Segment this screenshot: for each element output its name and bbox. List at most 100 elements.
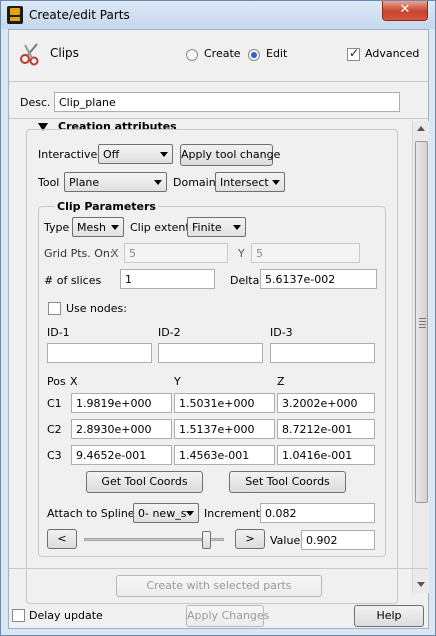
title-bar[interactable]: Create/edit Parts ✕ <box>1 1 435 29</box>
type-value: Mesh <box>77 221 106 234</box>
desc-label: Desc. <box>20 96 51 109</box>
app-icon <box>7 6 23 24</box>
create-with-selected-parts-button[interactable]: Create with selected parts <box>116 575 322 597</box>
tool-select[interactable]: Plane <box>64 172 167 192</box>
c2-x-input[interactable]: 2.8930e+000 <box>71 419 172 439</box>
apply-tool-change-button[interactable]: Apply tool change <box>180 144 280 166</box>
part-type-label: Clips <box>50 46 79 60</box>
vertical-scrollbar[interactable] <box>412 121 429 593</box>
id2-label: ID-2 <box>158 326 181 339</box>
chevron-down-icon <box>272 180 280 185</box>
c2-z-input[interactable]: 8.7212e-001 <box>277 419 375 439</box>
grid-points-label: Grid Pts. On: <box>44 247 114 260</box>
header-divider <box>9 81 428 82</box>
grip-line <box>419 324 426 325</box>
clip-extent-select[interactable]: Finite <box>187 217 246 237</box>
advanced-checkbox[interactable] <box>347 46 360 61</box>
attach-to-spline-value: 0- new_s <box>138 507 187 520</box>
interactive-select[interactable]: Off <box>98 144 173 164</box>
close-button[interactable]: ✕ <box>382 1 428 21</box>
id2-input[interactable] <box>158 343 263 363</box>
delta-input[interactable]: 5.6137e-002 <box>260 269 377 289</box>
delay-update-label[interactable]: Delay update <box>29 609 103 622</box>
id1-label: ID-1 <box>47 326 70 339</box>
clip-extent-value: Finite <box>192 221 222 234</box>
attach-to-spline-label: Attach to Spline <box>47 507 135 520</box>
previous-value-button[interactable]: < <box>47 529 77 549</box>
create-mode-label[interactable]: Create <box>204 47 241 60</box>
grip-line <box>419 327 426 328</box>
grip-line <box>419 318 426 319</box>
domain-label: Domain <box>173 176 216 189</box>
increment-label: Increment <box>204 507 261 520</box>
chevron-down-icon <box>111 225 119 230</box>
desc-divider <box>9 118 428 119</box>
help-button[interactable]: Help <box>354 605 424 627</box>
grid-x-label: X <box>111 247 119 260</box>
clip-parameters-title: Clip Parameters <box>55 200 158 213</box>
grid-x-input[interactable]: 5 <box>124 243 228 263</box>
value-input[interactable]: 0.902 <box>301 530 375 550</box>
row-c3-label: C3 <box>47 449 62 462</box>
slices-input[interactable]: 1 <box>120 269 215 289</box>
id1-input[interactable] <box>47 343 152 363</box>
grip-line <box>419 321 426 322</box>
chevron-down-icon <box>160 152 168 157</box>
c3-y-input[interactable]: 1.4563e-001 <box>174 445 275 465</box>
row-c1-label: C1 <box>47 397 62 410</box>
chevron-down-icon <box>233 225 241 230</box>
scrollbar-thumb[interactable] <box>415 141 428 503</box>
pos-label: Pos <box>47 375 66 388</box>
apply-changes-button[interactable]: Apply Changes <box>186 605 269 627</box>
next-value-button[interactable]: > <box>235 529 265 549</box>
tool-label: Tool <box>38 176 60 189</box>
domain-value: Intersect <box>220 176 269 189</box>
interactive-value: Off <box>103 148 120 161</box>
scroll-down-icon[interactable] <box>417 582 425 587</box>
interactive-label: Interactive <box>38 148 98 161</box>
use-nodes-label[interactable]: Use nodes: <box>66 302 127 315</box>
create-mode-radio[interactable] <box>186 49 198 61</box>
c3-x-input[interactable]: 9.4652e-001 <box>71 445 172 465</box>
c1-y-input[interactable]: 1.5031e+000 <box>174 393 275 413</box>
scroll-up-icon[interactable] <box>417 126 425 131</box>
row-c2-label: C2 <box>47 423 62 436</box>
scissors-icon <box>20 43 39 66</box>
clip-extent-label: Clip extent <box>130 221 190 234</box>
delay-update-checkbox[interactable] <box>12 609 25 622</box>
type-label: Type <box>44 221 70 234</box>
delta-label: Delta <box>230 274 260 287</box>
attach-to-spline-select[interactable]: 0- new_s <box>133 503 199 523</box>
advanced-label[interactable]: Advanced <box>365 47 419 60</box>
col-z-label: Z <box>277 375 285 388</box>
edit-mode-label[interactable]: Edit <box>266 47 287 60</box>
type-select[interactable]: Mesh <box>72 217 124 237</box>
get-tool-coords-button[interactable]: Get Tool Coords <box>86 471 203 493</box>
id3-label: ID-3 <box>270 326 293 339</box>
c3-z-input[interactable]: 1.0416e-001 <box>277 445 375 465</box>
use-nodes-checkbox[interactable] <box>48 302 61 315</box>
tool-value: Plane <box>69 176 100 189</box>
col-y-label: Y <box>174 375 181 388</box>
col-x-label: X <box>70 375 78 388</box>
c1-x-input[interactable]: 1.9819e+000 <box>71 393 172 413</box>
c2-y-input[interactable]: 1.5137e+000 <box>174 419 275 439</box>
c1-z-input[interactable]: 3.2002e+000 <box>277 393 375 413</box>
grid-y-input[interactable]: 5 <box>251 243 360 263</box>
grid-y-label: Y <box>238 247 245 260</box>
domain-select[interactable]: Intersect <box>215 172 285 192</box>
value-slider-thumb[interactable] <box>201 531 211 549</box>
value-label: Value <box>270 534 301 547</box>
desc-input[interactable]: Clip_plane <box>54 92 400 112</box>
edit-mode-radio[interactable] <box>248 49 260 61</box>
create-edit-parts-window: Create/edit Parts ✕ Clips Create Edit Ad… <box>0 0 436 636</box>
id3-input[interactable] <box>270 343 375 363</box>
dialog-body: Clips Create Edit Advanced Desc. Clip_pl… <box>8 29 429 629</box>
chevron-down-icon <box>186 511 194 516</box>
set-tool-coords-button[interactable]: Set Tool Coords <box>229 471 346 493</box>
chevron-down-icon <box>154 180 162 185</box>
slices-label: # of slices <box>44 274 102 287</box>
window-title: Create/edit Parts <box>29 8 130 22</box>
footer-divider <box>9 568 428 569</box>
increment-input[interactable]: 0.082 <box>260 503 375 523</box>
